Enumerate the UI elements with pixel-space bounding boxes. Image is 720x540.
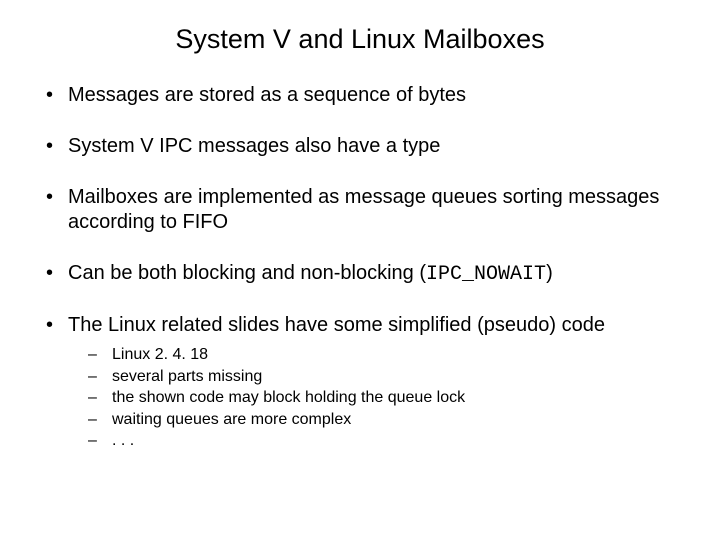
list-item: Messages are stored as a sequence of byt… (46, 83, 688, 108)
sub-list-item: several parts missing (88, 366, 688, 388)
bullet-list: Messages are stored as a sequence of byt… (32, 83, 688, 452)
slide-title: System V and Linux Mailboxes (32, 24, 688, 55)
code-constant: IPC_NOWAIT (426, 263, 546, 286)
list-item-text: The Linux related slides have some simpl… (68, 314, 605, 336)
list-item: Mailboxes are implemented as message que… (46, 185, 688, 235)
sub-list-item: waiting queues are more complex (88, 409, 688, 431)
list-item: The Linux related slides have some simpl… (46, 313, 688, 452)
list-item-text: ) (546, 262, 553, 284)
list-item-text: Can be both blocking and non-blocking ( (68, 262, 426, 284)
sub-list-item: . . . (88, 430, 688, 452)
sub-list-item: Linux 2. 4. 18 (88, 344, 688, 366)
list-item: Can be both blocking and non-blocking (I… (46, 261, 688, 287)
list-item: System V IPC messages also have a type (46, 134, 688, 159)
sub-list: Linux 2. 4. 18 several parts missing the… (68, 344, 688, 452)
sub-list-item: the shown code may block holding the que… (88, 387, 688, 409)
